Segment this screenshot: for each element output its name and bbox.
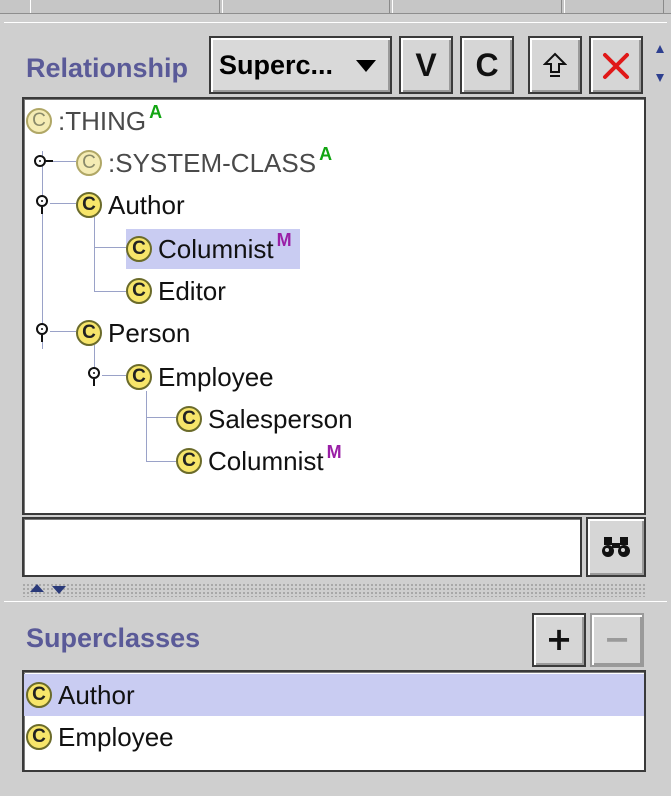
tree-node-label: Salesperson (208, 403, 353, 434)
class-icon: C (76, 192, 102, 218)
handle-stem (41, 335, 43, 342)
handle-stem (93, 379, 95, 386)
tab-fragment[interactable] (222, 0, 390, 13)
tree-connector (94, 217, 95, 291)
relationship-combo[interactable]: Superc... (209, 36, 392, 94)
scroll-down-icon[interactable] (656, 74, 664, 82)
tree-node[interactable]: C Salesperson (176, 399, 353, 439)
split-down-icon[interactable] (52, 586, 66, 594)
multiple-inheritance-badge: M (326, 441, 342, 462)
list-item-label: Author (58, 679, 135, 710)
tree-node-label: Editor (158, 275, 226, 306)
handle-stem (46, 160, 53, 162)
divider (4, 601, 667, 602)
superclasses-title: Superclasses (26, 623, 201, 653)
binoculars-icon (602, 537, 630, 557)
scroll-up-icon[interactable] (656, 45, 664, 53)
class-icon: C (126, 236, 152, 262)
expand-handle-icon[interactable] (88, 367, 100, 379)
splitter-handle[interactable] (22, 583, 646, 597)
tab-strip (0, 0, 671, 14)
tree-connector (146, 391, 147, 461)
class-icon: C (76, 150, 102, 176)
relationship-label: Relationship (26, 53, 189, 83)
class-icon: C (76, 320, 102, 346)
tree-node[interactable]: C :THING A (26, 101, 162, 141)
house-up-icon (542, 52, 568, 77)
tree-node[interactable]: C Editor (126, 271, 226, 311)
tree-node-selected[interactable]: C Columnist M (126, 229, 300, 269)
class-tree[interactable]: C :THING A C :SYSTEM-CLASS A C Author C … (22, 97, 646, 515)
view-button[interactable]: V (399, 36, 453, 94)
class-icon: C (126, 278, 152, 304)
tree-node[interactable]: C Author (76, 185, 185, 225)
tree-node-label: Columnist (208, 445, 324, 476)
list-item[interactable]: C Author (24, 674, 644, 716)
collapse-handle-icon[interactable] (34, 155, 46, 167)
combo-value: Superc... (219, 50, 334, 80)
tree-connector (146, 417, 176, 418)
search-input[interactable] (22, 517, 582, 577)
list-item-label: Employee (58, 721, 174, 752)
tree-node-label: :SYSTEM-CLASS (108, 147, 317, 178)
tab-fragment[interactable] (392, 0, 562, 13)
expand-handle-icon[interactable] (36, 323, 48, 335)
class-icon: C (126, 364, 152, 390)
class-icon: C (26, 108, 52, 134)
tree-connector (50, 331, 76, 332)
divider (4, 22, 667, 23)
tree-node-label: Author (108, 189, 185, 220)
tree-connector (94, 291, 126, 292)
tree-node[interactable]: C Columnist M (176, 441, 342, 481)
tab-fragment[interactable] (564, 0, 664, 13)
class-icon: C (26, 724, 52, 750)
tree-node[interactable]: C Employee (126, 357, 274, 397)
delete-button[interactable] (589, 36, 643, 94)
tree-node[interactable]: C Person (76, 313, 190, 353)
tree-connector (50, 203, 76, 204)
tree-node-label: Employee (158, 361, 274, 392)
tab-fragment[interactable] (30, 0, 220, 13)
expand-handle-icon[interactable] (36, 195, 48, 207)
create-button[interactable]: C (460, 36, 514, 94)
tree-connector (94, 247, 126, 248)
tree-node[interactable]: C :SYSTEM-CLASS A (76, 143, 332, 183)
add-superclass-button[interactable]: + (532, 613, 586, 667)
delete-x-icon (603, 53, 629, 79)
tree-connector (146, 461, 176, 462)
class-icon: C (176, 406, 202, 432)
tree-connector (42, 151, 43, 349)
tree-connector (102, 375, 126, 376)
up-button[interactable] (528, 36, 582, 94)
split-up-icon[interactable] (30, 584, 44, 592)
tree-node-label: Person (108, 317, 191, 348)
abstract-badge: A (149, 101, 163, 122)
tree-node-label: Columnist (158, 233, 274, 264)
abstract-badge: A (319, 143, 333, 164)
find-button[interactable] (586, 517, 646, 577)
handle-stem (41, 207, 43, 214)
tree-node-label: :THING (58, 105, 147, 136)
superclasses-list[interactable]: C Author C Employee (22, 670, 646, 772)
class-icon: C (26, 682, 52, 708)
list-item[interactable]: C Employee (24, 716, 644, 758)
multiple-inheritance-badge: M (276, 229, 292, 250)
chevron-down-icon (356, 60, 376, 72)
remove-superclass-button[interactable]: − (590, 613, 644, 667)
class-icon: C (176, 448, 202, 474)
